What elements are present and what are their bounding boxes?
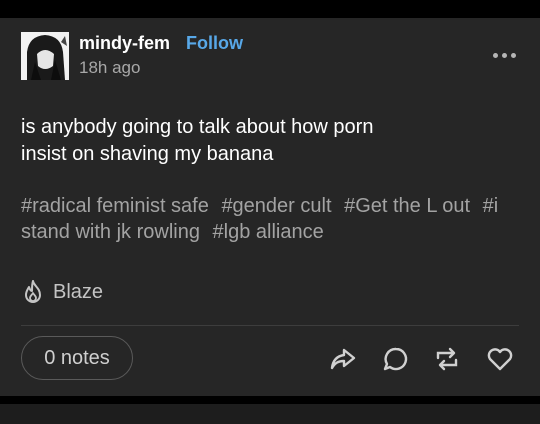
tag-link[interactable]: #Get the L out [344, 195, 470, 217]
share-icon [330, 348, 356, 370]
blaze-flame-icon [25, 280, 41, 303]
heart-icon [487, 348, 513, 371]
post-body: is anybody going to talk about how porn … [21, 114, 501, 168]
post-body-line: insist on shaving my banana [21, 143, 274, 165]
post-timestamp: 18h ago [79, 58, 141, 77]
tag-link[interactable]: #radical feminist safe [21, 195, 209, 217]
tag-link[interactable]: #gender cult [221, 195, 331, 217]
avatar-image [21, 32, 69, 80]
like-button[interactable] [486, 345, 514, 373]
reply-button[interactable] [382, 345, 410, 373]
blaze-button[interactable]: Blaze [21, 278, 103, 306]
author-name[interactable]: mindy-fem [79, 33, 170, 54]
follow-button[interactable]: Follow [186, 33, 243, 54]
reblog-button[interactable] [433, 345, 461, 373]
tag-link[interactable]: #lgb alliance [213, 221, 324, 243]
post-card: mindy-fem Follow 18h ago is anybody goin… [0, 18, 540, 396]
notes-button[interactable]: 0 notes [21, 336, 133, 380]
post-tags: #radical feminist safe #gender cult #Get… [21, 193, 521, 245]
next-post-edge [0, 404, 540, 424]
share-button[interactable] [329, 345, 357, 373]
blaze-label: Blaze [53, 280, 104, 303]
reblog-icon [436, 347, 458, 371]
divider [21, 325, 519, 326]
reply-icon [383, 347, 408, 371]
avatar[interactable] [21, 32, 69, 80]
post-body-line: is anybody going to talk about how porn [21, 116, 374, 138]
more-options-icon[interactable] [493, 48, 523, 62]
